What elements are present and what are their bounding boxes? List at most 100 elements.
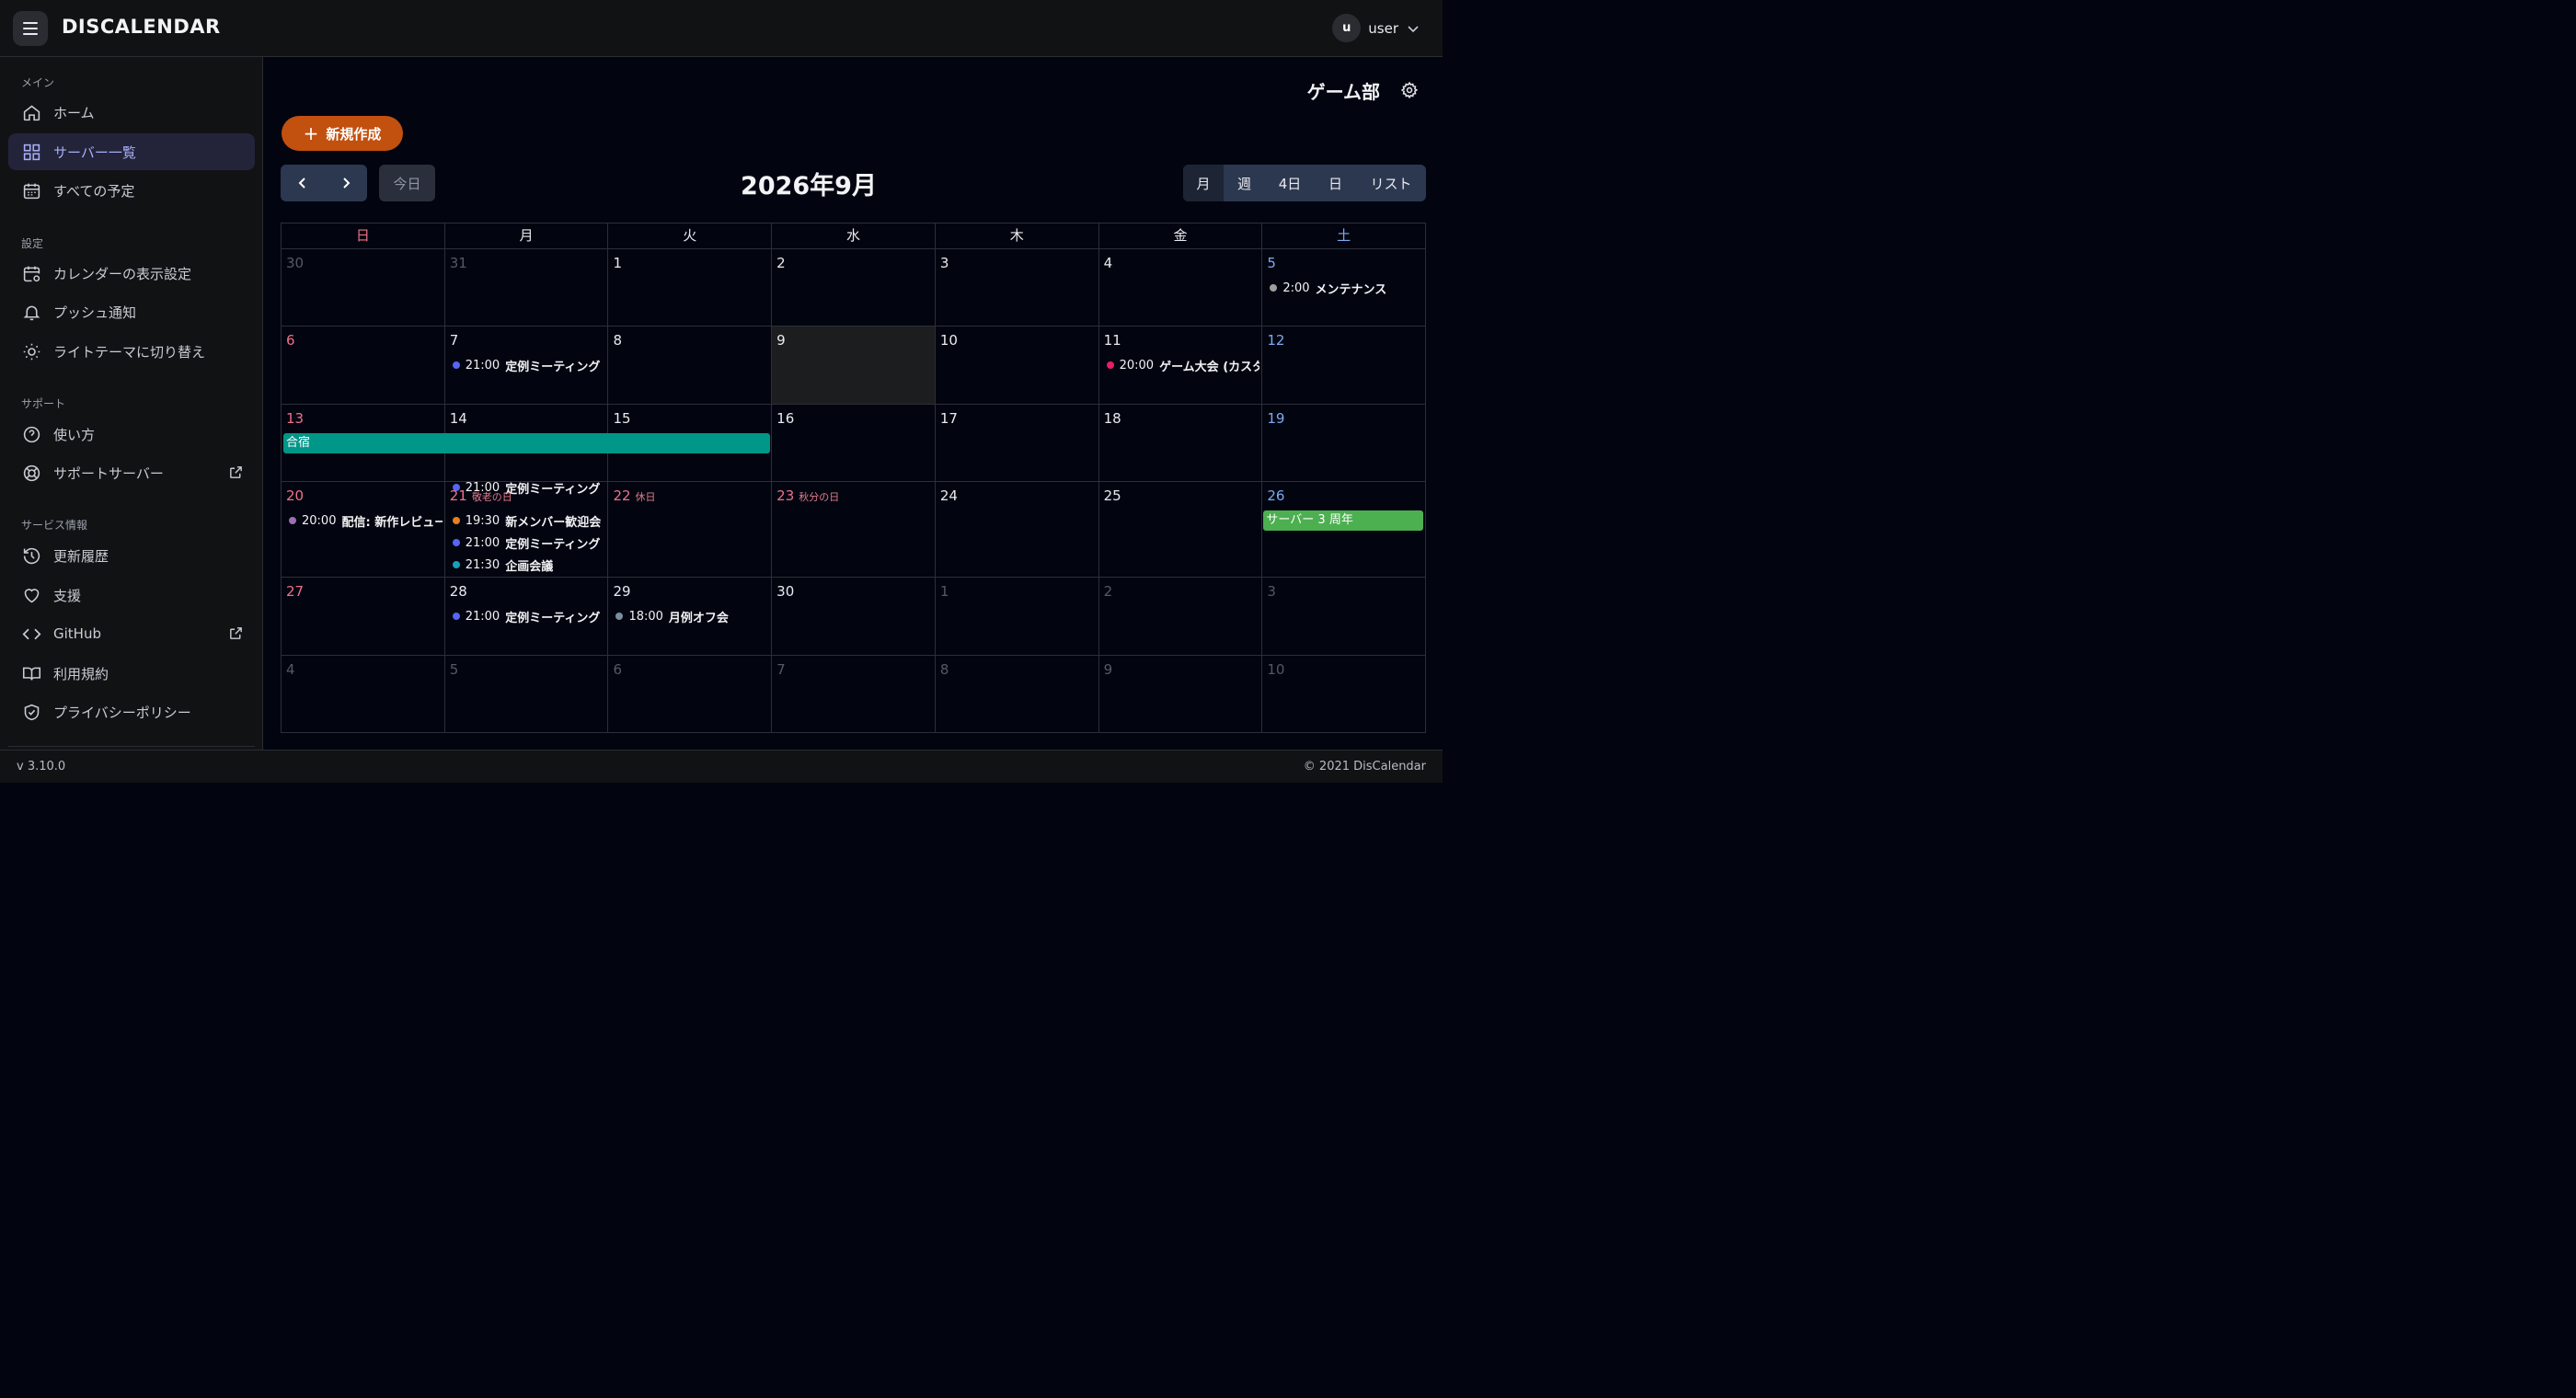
- day-cell[interactable]: 3: [936, 249, 1099, 326]
- next-month-button[interactable]: [324, 165, 367, 201]
- sidebar-item-github[interactable]: GitHub: [8, 615, 255, 652]
- day-cell[interactable]: 8: [608, 327, 773, 404]
- sidebar-item-changelog[interactable]: 更新履歴: [8, 537, 255, 574]
- sidebar-item-push[interactable]: プッシュ通知: [8, 293, 255, 330]
- day-number[interactable]: 4: [286, 661, 295, 678]
- day-cell[interactable]: 18: [1099, 405, 1263, 481]
- sidebar-item-home[interactable]: ホーム: [8, 94, 255, 131]
- day-cell[interactable]: 7: [772, 656, 936, 732]
- app-logo[interactable]: DISCALENDAR: [62, 16, 221, 38]
- day-number[interactable]: 12: [1267, 332, 1284, 349]
- day-cell[interactable]: 2: [1099, 578, 1263, 655]
- sidebar-item-theme[interactable]: ライトテーマに切り替え: [8, 333, 255, 370]
- view-day-button[interactable]: 日: [1315, 165, 1356, 201]
- day-number[interactable]: 26: [1267, 487, 1284, 504]
- view-list-button[interactable]: リスト: [1356, 165, 1426, 201]
- sidebar-item-calendar-settings[interactable]: カレンダーの表示設定: [8, 255, 255, 292]
- day-number[interactable]: 3: [1267, 583, 1276, 600]
- day-cell[interactable]: 28 21:00 定例ミーティング: [445, 578, 609, 655]
- event-item[interactable]: 20:00 配信: 新作レビュー: [289, 511, 443, 530]
- day-number[interactable]: 21 敬老の日: [450, 487, 512, 504]
- event-item[interactable]: 2:00 メンテナンス: [1270, 279, 1423, 297]
- day-number[interactable]: 22 休日: [613, 487, 655, 504]
- day-cell[interactable]: 9: [1099, 656, 1263, 732]
- day-number[interactable]: 9: [1104, 661, 1113, 678]
- day-cell[interactable]: 2: [772, 249, 936, 326]
- day-cell[interactable]: 29 18:00 月例オフ会: [608, 578, 773, 655]
- view-month-button[interactable]: 月: [1183, 165, 1224, 201]
- day-number[interactable]: 2: [776, 255, 786, 271]
- day-number[interactable]: 14: [450, 410, 467, 427]
- day-cell[interactable]: 19: [1262, 405, 1425, 481]
- day-number[interactable]: 7: [776, 661, 786, 678]
- day-number[interactable]: 13: [286, 410, 304, 427]
- gear-icon[interactable]: [1400, 81, 1419, 99]
- sidebar-item-donate[interactable]: 支援: [8, 577, 255, 613]
- day-number[interactable]: 10: [940, 332, 958, 349]
- new-event-button[interactable]: + 新規作成: [282, 116, 403, 151]
- allday-event-bar[interactable]: 合宿: [283, 433, 770, 453]
- day-cell[interactable]: 11 20:00 ゲーム大会 (カスタム): [1099, 327, 1263, 404]
- day-cell[interactable]: 21 敬老の日 19:30 新メンバー歓迎会 21:00 定例ミーティング 21:30 企画会…: [445, 482, 609, 577]
- day-number[interactable]: 24: [940, 487, 958, 504]
- day-cell[interactable]: 5: [445, 656, 609, 732]
- day-cell[interactable]: 12: [1262, 327, 1425, 404]
- day-number[interactable]: 16: [776, 410, 794, 427]
- day-cell[interactable]: 6: [608, 656, 773, 732]
- day-number[interactable]: 23 秋分の日: [776, 487, 839, 504]
- day-number[interactable]: 10: [1267, 661, 1284, 678]
- event-item[interactable]: 18:00 月例オフ会: [615, 607, 769, 625]
- event-item[interactable]: 21:00 定例ミーティング: [452, 356, 606, 374]
- day-number[interactable]: 4: [1104, 255, 1113, 271]
- day-cell-today[interactable]: 9: [772, 327, 936, 404]
- day-number[interactable]: 31: [450, 255, 467, 271]
- day-cell[interactable]: 1: [936, 578, 1099, 655]
- sidebar-item-support-server[interactable]: サポートサーバー: [8, 454, 255, 491]
- day-cell[interactable]: 20 20:00 配信: 新作レビュー: [282, 482, 445, 577]
- day-number[interactable]: 20: [286, 487, 304, 504]
- day-cell[interactable]: 16: [772, 405, 936, 481]
- day-number[interactable]: 5: [1267, 255, 1276, 271]
- day-cell[interactable]: 4: [1099, 249, 1263, 326]
- allday-event-bar[interactable]: サーバー 3 周年: [1263, 510, 1423, 531]
- event-item[interactable]: 21:00 定例ミーティング: [452, 533, 606, 552]
- day-cell[interactable]: 31: [445, 249, 609, 326]
- day-number[interactable]: 6: [286, 332, 295, 349]
- day-number[interactable]: 1: [940, 583, 949, 600]
- day-number[interactable]: 17: [940, 410, 958, 427]
- day-cell[interactable]: 24: [936, 482, 1099, 577]
- day-cell[interactable]: 30: [772, 578, 936, 655]
- menu-toggle-button[interactable]: [13, 11, 48, 46]
- day-number[interactable]: 9: [776, 332, 786, 349]
- user-menu[interactable]: u user: [1332, 14, 1420, 42]
- view-week-button[interactable]: 週: [1224, 165, 1265, 201]
- day-cell[interactable]: 6: [282, 327, 445, 404]
- day-number[interactable]: 11: [1104, 332, 1121, 349]
- day-cell[interactable]: 3: [1262, 578, 1425, 655]
- prev-month-button[interactable]: [281, 165, 324, 201]
- day-number[interactable]: 5: [450, 661, 459, 678]
- day-cell[interactable]: 4: [282, 656, 445, 732]
- sidebar-item-terms[interactable]: 利用規約: [8, 655, 255, 692]
- day-cell[interactable]: 7 21:00 定例ミーティング: [445, 327, 609, 404]
- sidebar-item-all-events[interactable]: すべての予定: [8, 172, 255, 209]
- day-number[interactable]: 7: [450, 332, 459, 349]
- day-number[interactable]: 8: [613, 332, 622, 349]
- event-item[interactable]: 21:00 定例ミーティング: [452, 607, 606, 625]
- day-number[interactable]: 1: [613, 255, 622, 271]
- sidebar-item-howto[interactable]: 使い方: [8, 416, 255, 453]
- day-cell[interactable]: 1: [608, 249, 773, 326]
- day-number[interactable]: 30: [776, 583, 794, 600]
- today-button[interactable]: 今日: [379, 165, 435, 201]
- day-cell[interactable]: 10: [1262, 656, 1425, 732]
- day-cell[interactable]: 8: [936, 656, 1099, 732]
- day-number[interactable]: 25: [1104, 487, 1121, 504]
- day-cell[interactable]: 30: [282, 249, 445, 326]
- day-cell[interactable]: 5 2:00 メンテナンス: [1262, 249, 1425, 326]
- day-cell[interactable]: 22 休日: [608, 482, 773, 577]
- day-number[interactable]: 2: [1104, 583, 1113, 600]
- day-number[interactable]: 27: [286, 583, 304, 600]
- day-cell[interactable]: 23 秋分の日: [772, 482, 936, 577]
- day-cell[interactable]: 25: [1099, 482, 1263, 577]
- event-item[interactable]: 20:00 ゲーム大会 (カスタム): [1106, 356, 1259, 374]
